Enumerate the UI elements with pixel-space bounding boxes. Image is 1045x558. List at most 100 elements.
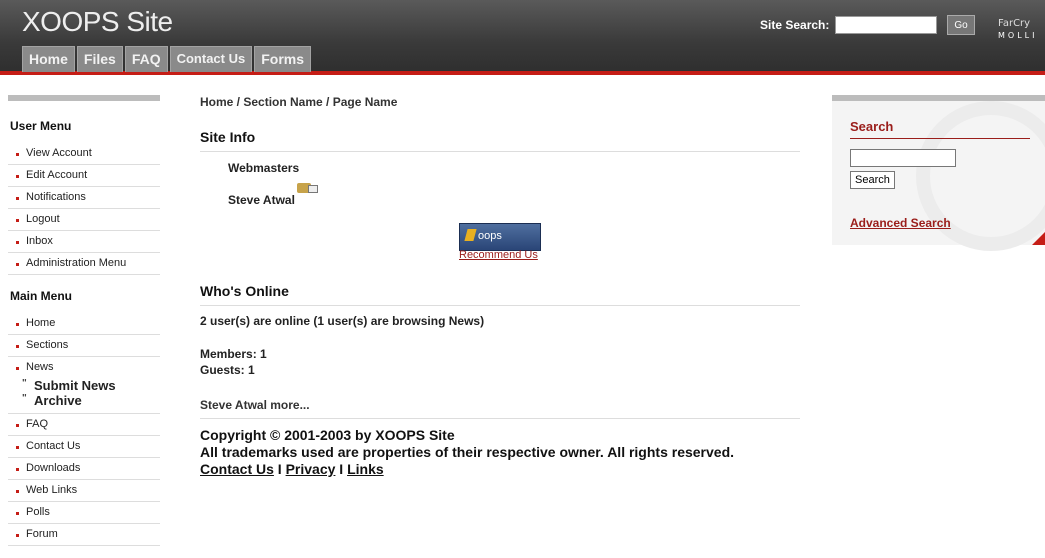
main-menu-item[interactable]: Sections [8, 335, 160, 357]
footer-separator: I [277, 461, 282, 477]
footer-privacy-link[interactable]: Privacy [286, 461, 336, 477]
quote-bullet-icon: " [22, 393, 27, 404]
bullet-icon [16, 175, 19, 178]
menu-label: View Account [26, 147, 92, 159]
main-content: Home / Section Name / Page Name Site Inf… [200, 95, 800, 478]
main-menu-item[interactable]: Home [8, 313, 160, 335]
menu-label: Forum [26, 528, 58, 540]
site-search: Site Search: Go [760, 15, 975, 35]
bullet-icon [16, 345, 19, 348]
webmaster-name[interactable]: Steve Atwal [228, 193, 295, 207]
main-menu-item[interactable]: Polls [8, 502, 160, 524]
menu-label: Contact Us [26, 440, 81, 452]
main-menu-item[interactable]: Contact Us [8, 436, 160, 458]
main-menu-item[interactable]: Web Links [8, 480, 160, 502]
menu-label: Logout [26, 213, 60, 225]
footer-links: Contact Us I Privacy I Links [200, 461, 800, 478]
user-menu-item[interactable]: View Account [8, 143, 160, 165]
menu-label: Administration Menu [26, 257, 127, 269]
user-menu-item[interactable]: Administration Menu [8, 253, 160, 275]
site-search-go-button[interactable]: Go [947, 15, 975, 35]
quote-bullet-icon: " [22, 378, 27, 389]
xoops-badge[interactable]: oops [459, 223, 541, 251]
search-panel-title: Search [850, 119, 1030, 139]
corner-accent [1032, 231, 1045, 245]
submenu-label: Submit News [34, 378, 116, 393]
menu-label: Web Links [26, 484, 78, 496]
online-status: 2 user(s) are online (1 user(s) are brow… [200, 314, 485, 328]
tab-faq[interactable]: FAQ [124, 46, 168, 72]
main-menu-item[interactable]: Downloads [8, 458, 160, 480]
menu-label: News [26, 361, 54, 373]
brand-logo: FarCry MOLLI [998, 18, 1037, 42]
copyright-text: Copyright © 2001-2003 by XOOPS Site [200, 427, 455, 443]
recommend-area: oops Recommend Us [200, 213, 800, 283]
online-counts: Members: 1 Guests: 1 [200, 346, 800, 378]
menu-label: Home [26, 317, 56, 329]
left-sidebar: User Menu View Account Edit Account Noti… [8, 95, 160, 546]
site-search-input[interactable] [835, 16, 938, 34]
menu-label: FAQ [26, 418, 49, 430]
bullet-icon [16, 446, 19, 449]
bullet-icon [16, 153, 19, 156]
menu-label: Downloads [26, 462, 81, 474]
site-header: XOOPS Site Home Files FAQ Contact Us For… [0, 0, 1045, 75]
footer-contact-link[interactable]: Contact Us [200, 461, 274, 477]
search-button[interactable]: Search [850, 171, 895, 189]
submenu-item-submit-news[interactable]: " Submit News [20, 378, 160, 393]
xoops-badge-text: oops [478, 230, 502, 242]
breadcrumb: Home / Section Name / Page Name [200, 95, 398, 109]
right-search-panel: Search Search Advanced Search [832, 95, 1045, 251]
bullet-icon [16, 468, 19, 471]
trademark-text: All trademarks used are properties of th… [200, 444, 735, 460]
bullet-icon [16, 197, 19, 200]
bullet-icon [16, 490, 19, 493]
search-input[interactable] [850, 149, 956, 167]
main-menu-item[interactable]: Forum [8, 524, 160, 546]
user-menu: View Account Edit Account Notifications … [8, 143, 160, 275]
bullet-icon [16, 241, 19, 244]
bullet-icon [16, 424, 19, 427]
webmasters-label: Webmasters [228, 161, 300, 175]
bullet-icon [16, 512, 19, 515]
menu-label: Edit Account [26, 169, 88, 181]
user-menu-item[interactable]: Notifications [8, 187, 160, 209]
tab-contact-us[interactable]: Contact Us [169, 46, 253, 72]
footer-links-link[interactable]: Links [347, 461, 384, 477]
nav-tabs: Home Files FAQ Contact Us Forms [22, 46, 312, 72]
tab-files[interactable]: Files [76, 46, 123, 72]
site-search-label: Site Search: [760, 18, 830, 32]
user-menu-item[interactable]: Edit Account [8, 165, 160, 187]
user-menu-title: User Menu [10, 119, 72, 133]
user-menu-item[interactable]: Inbox [8, 231, 160, 253]
news-submenu: " Submit News " Archive [8, 378, 160, 414]
tab-home[interactable]: Home [22, 46, 75, 72]
bullet-icon [16, 219, 19, 222]
tab-forms[interactable]: Forms [254, 46, 312, 72]
menu-label: Inbox [26, 235, 53, 247]
bullet-icon [16, 263, 19, 266]
site-info-heading: Site Info [200, 129, 800, 152]
user-menu-item[interactable]: Logout [8, 209, 160, 231]
advanced-search-link[interactable]: Advanced Search [850, 216, 951, 230]
bullet-icon [16, 323, 19, 326]
sidebar-divider [8, 95, 160, 101]
online-more-link[interactable]: Steve Atwal more... [200, 398, 800, 419]
page-footer: Copyright © 2001-2003 by XOOPS Site All … [200, 427, 800, 478]
brand-logo-line1: FarCry [998, 18, 1031, 29]
menu-label: Sections [26, 339, 69, 351]
recommend-us-link[interactable]: Recommend Us [459, 249, 538, 261]
brand-logo-line2: MOLLI [998, 31, 1038, 40]
site-title[interactable]: XOOPS Site [22, 6, 173, 38]
bullet-icon [16, 367, 19, 370]
guests-count: Guests: 1 [200, 363, 255, 377]
main-menu-item[interactable]: FAQ [8, 414, 160, 436]
private-message-icon[interactable] [297, 183, 318, 193]
members-count: Members: 1 [200, 347, 267, 361]
bullet-icon [16, 534, 19, 537]
main-menu-title: Main Menu [10, 289, 72, 303]
whos-online-heading: Who's Online [200, 283, 800, 306]
main-menu-item[interactable]: News [8, 357, 160, 378]
submenu-item-archive[interactable]: " Archive [20, 393, 160, 408]
submenu-label: Archive [34, 393, 82, 408]
